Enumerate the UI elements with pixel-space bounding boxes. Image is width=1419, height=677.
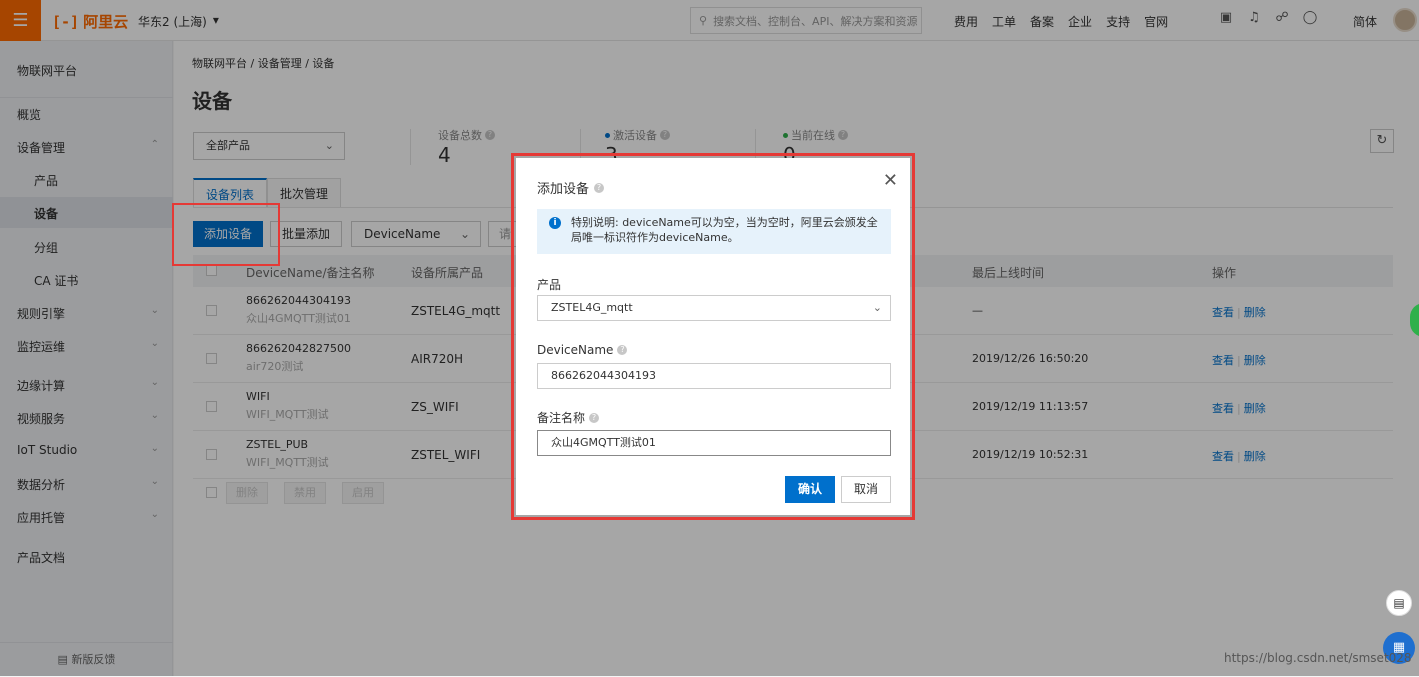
dialog-highlight bbox=[511, 153, 915, 520]
chat-icon[interactable]: ▤ bbox=[1386, 590, 1412, 616]
watermark: https://blog.csdn.net/smset028 bbox=[1224, 651, 1412, 665]
add-device-highlight bbox=[172, 203, 280, 266]
